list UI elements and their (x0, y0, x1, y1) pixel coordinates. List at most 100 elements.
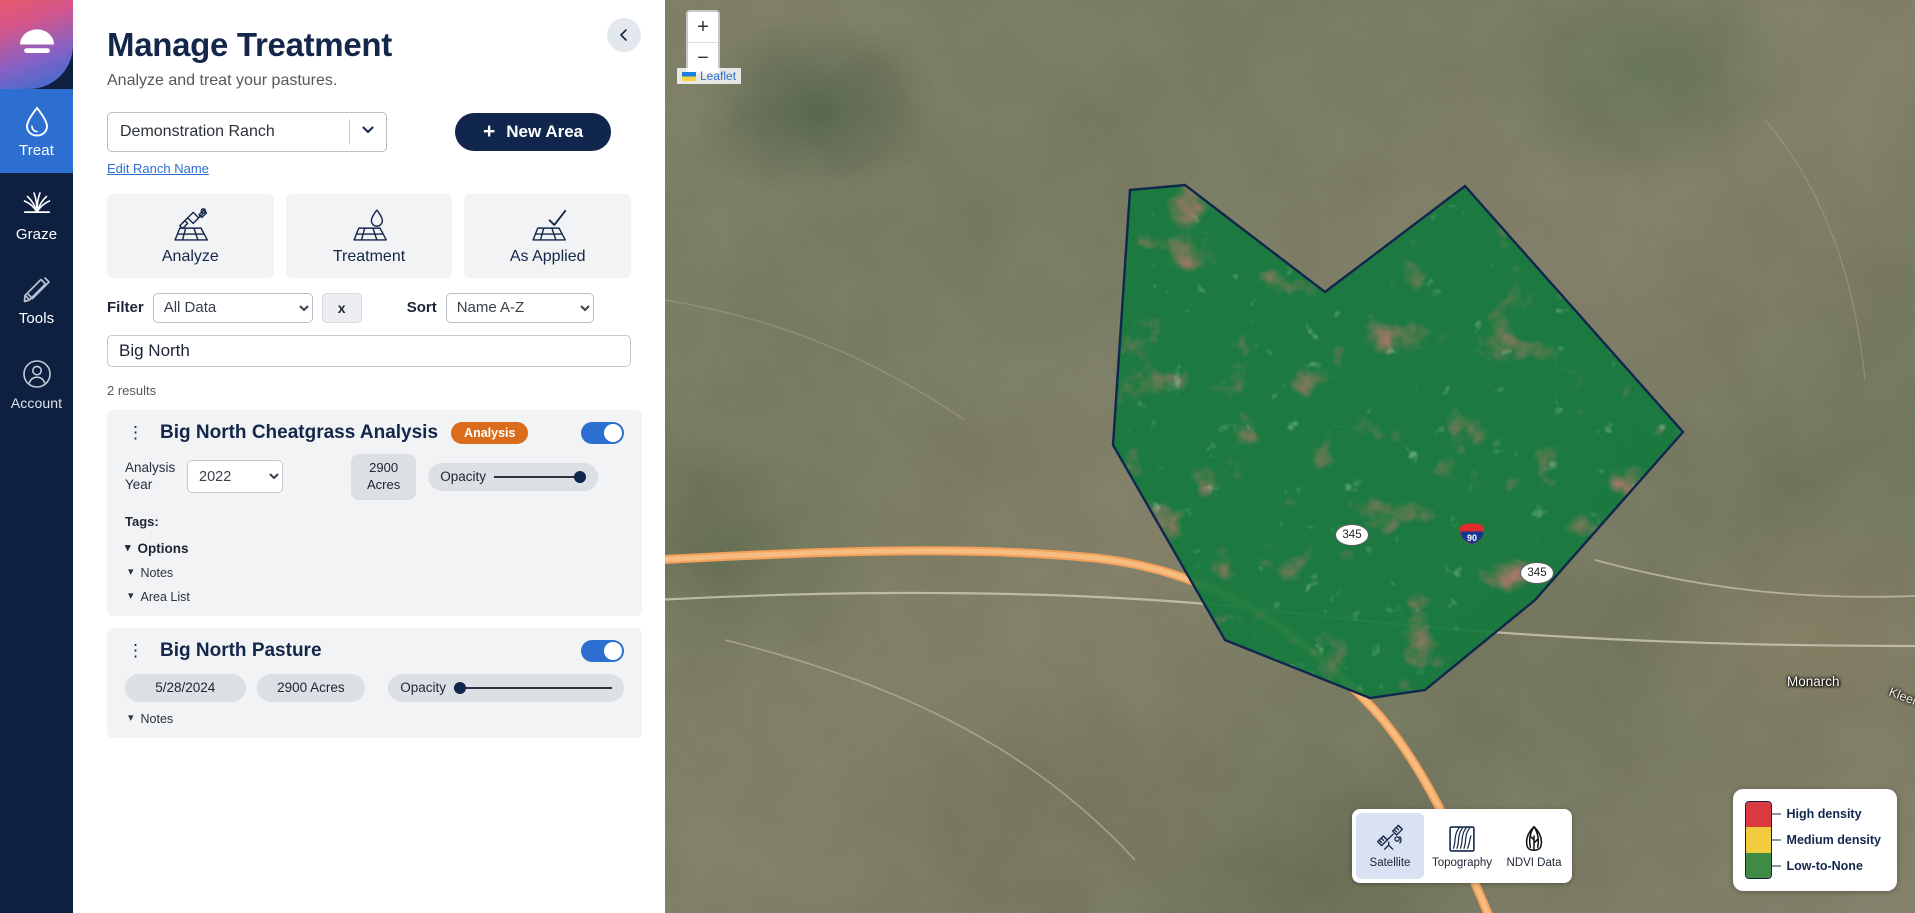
sidebar-item-label: Graze (15, 226, 58, 243)
legend-swatch-medium (1745, 827, 1771, 853)
acres-badge: 2900 Acres (256, 673, 366, 702)
notes-disclosure[interactable]: ▾ Notes (128, 712, 624, 726)
sidebar-item-label: Tools (18, 310, 55, 327)
leaf-icon (1525, 825, 1543, 851)
page-title: Manage Treatment (107, 26, 392, 63)
basemap-label: Topography (1431, 856, 1493, 869)
opacity-label: Opacity (440, 469, 487, 485)
svg-text:90: 90 (1467, 533, 1477, 543)
layer-visibility-toggle[interactable] (581, 421, 624, 444)
results-count: 2 results (107, 382, 157, 398)
area-list-label: Area List (140, 589, 190, 604)
ranch-select-value: Demonstration Ranch (120, 122, 275, 140)
highway-shield-345-west: 345 (1335, 524, 1369, 546)
chevron-down-icon: ▾ (128, 712, 134, 725)
zoom-in-button[interactable]: + (688, 12, 718, 42)
result-card-pasture[interactable]: ⋮ Big North Pasture 5/28/2024 2900 Acres… (107, 627, 642, 738)
ukraine-flag-icon (682, 71, 696, 81)
basemap-option-satellite[interactable]: Satellite (1356, 813, 1424, 879)
satellite-icon (1376, 824, 1404, 850)
opacity-label: Opacity (400, 680, 446, 696)
analysis-year-label: Analysis Year (125, 459, 176, 492)
map-zoom-control[interactable]: + − (686, 10, 720, 74)
legend-tick (1771, 813, 1781, 815)
card-controls: Analysis Year 2022 2900 Acres Opacity (125, 453, 624, 500)
slider-thumb[interactable] (454, 681, 466, 694)
collapse-panel-button[interactable] (607, 18, 641, 52)
search-input[interactable] (107, 334, 631, 367)
acres-badge: 2900 Acres (351, 453, 417, 500)
filter-label: Filter (107, 299, 144, 317)
toggle-knob (604, 423, 622, 442)
mode-card-analyze[interactable]: Analyze (107, 193, 274, 278)
toggle-knob (604, 641, 622, 660)
edit-ranch-name-link[interactable]: Edit Ranch Name (107, 161, 209, 176)
analysis-year-select[interactable]: 2022 (187, 460, 283, 494)
sidebar-item-treat[interactable]: Treat (0, 89, 73, 173)
legend-label: Medium density (1786, 833, 1881, 847)
opacity-control: Opacity (428, 462, 599, 491)
ranch-row: Demonstration Ranch + New Area (107, 111, 631, 152)
map-legend: High density Medium density Low-to-None (1732, 789, 1897, 891)
shield-number: 345 (1342, 529, 1362, 541)
sort-group: Sort Name A-Z (407, 292, 594, 323)
notes-disclosure[interactable]: ▾ Notes (128, 566, 624, 580)
basemap-switcher[interactable]: Satellite Topography NDVI Data (1352, 809, 1572, 883)
legend-tick (1771, 839, 1781, 841)
layer-visibility-toggle[interactable] (581, 639, 624, 662)
legend-row: Low-to-None (1771, 853, 1881, 879)
options-disclosure[interactable]: ▾ Options (125, 541, 624, 556)
legend-swatch-high (1745, 802, 1771, 828)
ranch-select[interactable]: Demonstration Ranch (107, 111, 387, 152)
basemap-option-ndvi[interactable]: NDVI Data (1500, 813, 1568, 879)
sidebar-item-label: Account (10, 394, 63, 411)
interstate-shield-90: 90 (1460, 523, 1484, 545)
basemap-label: NDVI Data (1506, 856, 1562, 869)
slider-thumb[interactable] (574, 470, 587, 483)
cheatgrass-density-overlay[interactable] (665, 0, 1915, 913)
page-subtitle: Analyze and treat your pastures. (107, 71, 338, 89)
grass-icon (23, 192, 50, 213)
status-badge: Analysis (451, 421, 529, 444)
legend-row: High density (1771, 801, 1881, 827)
card-menu-icon[interactable]: ⋮ (125, 642, 147, 659)
opacity-slider[interactable] (494, 468, 587, 486)
sidebar-item-tools[interactable]: Tools (0, 257, 73, 341)
account-avatar-icon (22, 359, 51, 388)
main-sidebar: Treat Graze Tools Account (0, 0, 73, 913)
tools-icon (23, 276, 50, 303)
legend-color-bar (1744, 801, 1772, 879)
water-drop-icon (25, 106, 48, 137)
leaflet-link[interactable]: Leaflet (700, 69, 736, 83)
sort-select[interactable]: Name A-Z (445, 292, 594, 323)
sidebar-item-label: Treat (19, 142, 54, 159)
opacity-slider[interactable] (454, 679, 612, 697)
legend-label: High density (1786, 807, 1862, 821)
highway-shield-345-east: 345 (1520, 562, 1554, 584)
satellite-field-icon (174, 208, 209, 241)
card-controls: 5/28/2024 2900 Acres Opacity (125, 673, 624, 702)
new-area-label: New Area (506, 121, 584, 141)
app-logo[interactable] (0, 0, 73, 89)
opacity-control: Opacity (388, 673, 624, 702)
droplet-field-icon (353, 209, 387, 241)
sidebar-item-account[interactable]: Account (0, 341, 73, 425)
new-area-button[interactable]: + New Area (455, 112, 612, 151)
slider-track (494, 475, 587, 478)
basemap-option-topography[interactable]: Topography (1428, 813, 1496, 879)
card-title: Big North Pasture (160, 639, 322, 661)
map-view[interactable]: + − Leaflet 345 90 345 Monarch Kleenburn… (665, 0, 1915, 913)
slider-track (454, 686, 612, 689)
card-header: ⋮ Big North Cheatgrass Analysis Analysis (125, 421, 624, 444)
card-title: Big North Cheatgrass Analysis (160, 421, 439, 443)
options-label: Options (137, 540, 189, 556)
area-list-disclosure[interactable]: ▾ Area List (128, 590, 624, 604)
leaflet-attribution[interactable]: Leaflet (677, 68, 742, 84)
mode-card-as-applied[interactable]: As Applied (464, 193, 632, 278)
clear-filter-button[interactable]: x (321, 292, 362, 323)
sidebar-item-graze[interactable]: Graze (0, 173, 73, 257)
filter-select[interactable]: All Data (152, 292, 313, 323)
result-card-analysis[interactable]: ⋮ Big North Cheatgrass Analysis Analysis… (107, 409, 642, 616)
card-menu-icon[interactable]: ⋮ (125, 424, 147, 441)
mode-card-treatment[interactable]: Treatment (285, 193, 453, 278)
